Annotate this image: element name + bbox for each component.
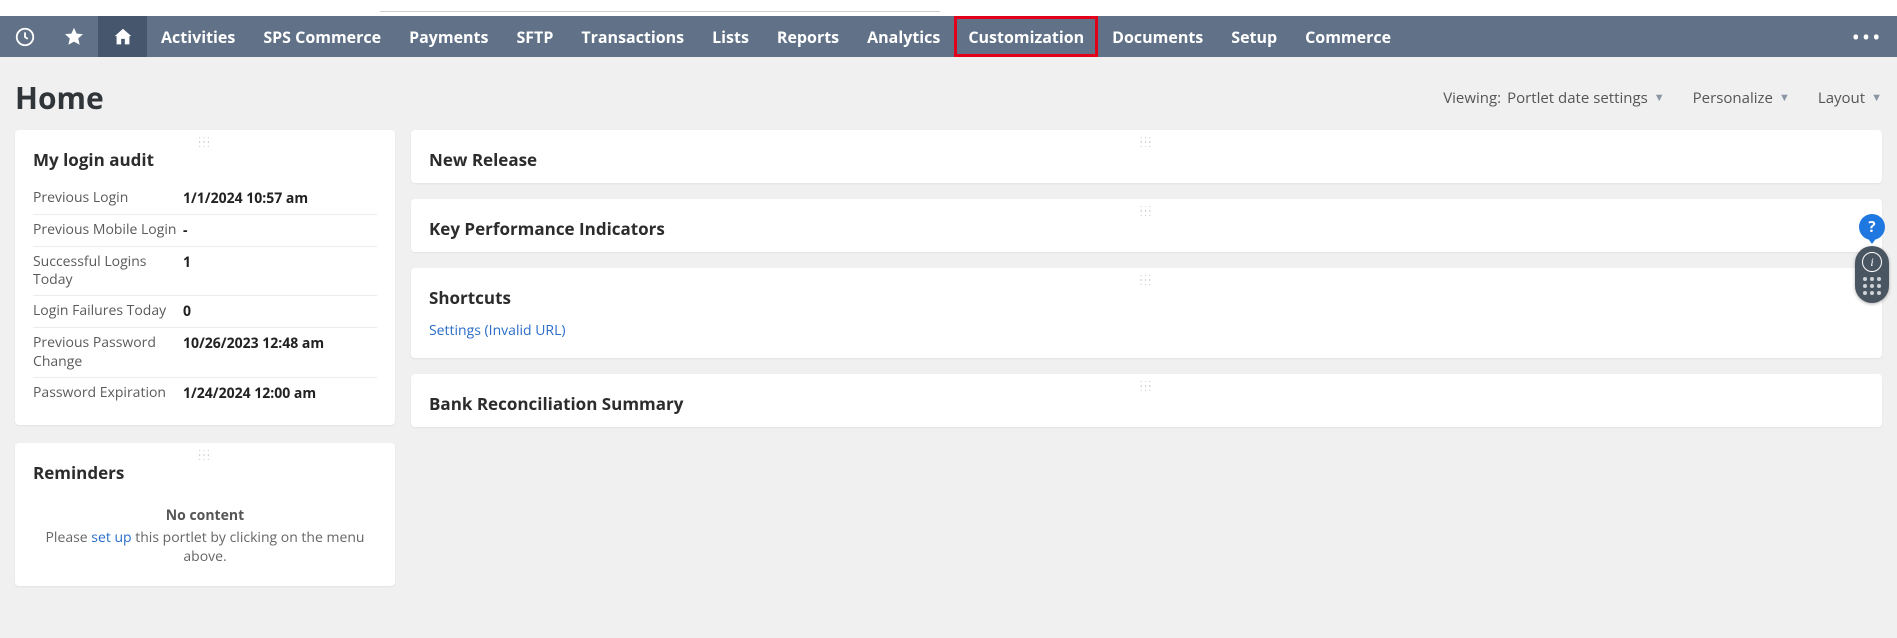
drag-handle-icon[interactable]: :::::: xyxy=(198,449,211,459)
chevron-down-icon: ▼ xyxy=(1654,90,1665,105)
search-outline xyxy=(380,0,940,12)
portlet-my-login-audit: :::::: My login audit Previous Login1/1/… xyxy=(15,130,395,425)
audit-label: Previous Login xyxy=(33,189,183,207)
portlet-bank-reconciliation: :::::: Bank Reconciliation Summary xyxy=(411,374,1882,427)
setup-link[interactable]: set up xyxy=(91,528,131,547)
viewing-prefix: Viewing: xyxy=(1443,88,1501,108)
chevron-down-icon: ▼ xyxy=(1871,90,1882,105)
portlet-reminders: :::::: Reminders No content Please set u… xyxy=(15,443,395,586)
nav-item-activities[interactable]: Activities xyxy=(147,16,249,57)
audit-label: Previous Password Change xyxy=(33,334,183,370)
portlet-shortcuts: :::::: Shortcuts Settings (Invalid URL) xyxy=(411,268,1882,358)
audit-value: - xyxy=(183,221,188,240)
top-strip xyxy=(0,0,1897,16)
nav-item-lists[interactable]: Lists xyxy=(698,16,763,57)
nav-item-setup[interactable]: Setup xyxy=(1217,16,1291,57)
drag-handle-icon[interactable]: :::::: xyxy=(1140,380,1153,390)
page-title: Home xyxy=(15,77,104,118)
help-icon[interactable]: ? xyxy=(1859,214,1885,240)
audit-row: Previous Password Change10/26/2023 12:48… xyxy=(33,327,377,376)
main-nav: ActivitiesSPS CommercePaymentsSFTPTransa… xyxy=(0,16,1897,57)
drag-handle-icon[interactable]: :::::: xyxy=(1140,205,1153,215)
audit-row: Login Failures Today0 xyxy=(33,295,377,327)
reminders-setup-text: Please set up this portlet by clicking o… xyxy=(35,528,375,566)
viewing-dropdown[interactable]: Viewing: Portlet date settings ▼ xyxy=(1443,88,1664,108)
layout-dropdown[interactable]: Layout ▼ xyxy=(1818,88,1882,108)
audit-value: 0 xyxy=(183,302,191,321)
nav-item-reports[interactable]: Reports xyxy=(763,16,853,57)
nav-item-payments[interactable]: Payments xyxy=(395,16,502,57)
keypad-grid-icon xyxy=(1863,277,1881,295)
home-icon[interactable] xyxy=(98,16,147,57)
more-menu-icon[interactable]: ••• xyxy=(1837,16,1897,57)
answers-widget[interactable]: i xyxy=(1855,246,1889,303)
audit-label: Login Failures Today xyxy=(33,302,183,320)
nav-items: ActivitiesSPS CommercePaymentsSFTPTransa… xyxy=(147,16,1405,57)
nav-item-customization[interactable]: Customization xyxy=(954,16,1098,57)
reminders-body: No content Please set up this portlet by… xyxy=(15,496,395,586)
drag-handle-icon[interactable]: :::::: xyxy=(1140,136,1153,146)
nav-item-analytics[interactable]: Analytics xyxy=(853,16,954,57)
favorites-icon[interactable] xyxy=(49,16,98,57)
viewing-value: Portlet date settings xyxy=(1507,88,1648,108)
nav-item-transactions[interactable]: Transactions xyxy=(567,16,698,57)
nav-item-sps-commerce[interactable]: SPS Commerce xyxy=(249,16,395,57)
nav-item-sftp[interactable]: SFTP xyxy=(502,16,567,57)
audit-row: Previous Mobile Login- xyxy=(33,214,377,246)
page-header: Home Viewing: Portlet date settings ▼ Pe… xyxy=(0,57,1897,130)
chevron-down-icon: ▼ xyxy=(1779,90,1790,105)
right-column: :::::: New Release :::::: Key Performanc… xyxy=(411,130,1882,586)
audit-value: 1 xyxy=(183,253,191,272)
shortcut-link[interactable]: Settings (Invalid URL) xyxy=(429,321,566,340)
audit-value: 1/1/2024 10:57 am xyxy=(183,189,308,208)
audit-value: 1/24/2024 12:00 am xyxy=(183,384,316,403)
view-controls: Viewing: Portlet date settings ▼ Persona… xyxy=(1443,88,1882,108)
drag-handle-icon[interactable]: :::::: xyxy=(198,136,211,146)
audit-row: Previous Login1/1/2024 10:57 am xyxy=(33,183,377,214)
audit-row: Successful Logins Today1 xyxy=(33,246,377,295)
no-content-label: No content xyxy=(35,506,375,525)
recent-records-icon[interactable] xyxy=(0,16,49,57)
floating-widgets: ? i xyxy=(1855,214,1889,303)
nav-item-documents[interactable]: Documents xyxy=(1098,16,1217,57)
login-audit-rows: Previous Login1/1/2024 10:57 amPrevious … xyxy=(15,183,395,425)
nav-item-commerce[interactable]: Commerce xyxy=(1291,16,1405,57)
drag-handle-icon[interactable]: :::::: xyxy=(1140,274,1153,284)
portlet-new-release: :::::: New Release xyxy=(411,130,1882,183)
audit-row: Password Expiration1/24/2024 12:00 am xyxy=(33,377,377,409)
left-column: :::::: My login audit Previous Login1/1/… xyxy=(15,130,395,586)
personalize-dropdown[interactable]: Personalize ▼ xyxy=(1693,88,1790,108)
audit-label: Previous Mobile Login xyxy=(33,221,183,239)
audit-label: Successful Logins Today xyxy=(33,253,183,289)
portlet-kpi: :::::: Key Performance Indicators xyxy=(411,199,1882,252)
audit-label: Password Expiration xyxy=(33,384,183,402)
audit-value: 10/26/2023 12:48 am xyxy=(183,334,324,353)
dashboard-content: :::::: My login audit Previous Login1/1/… xyxy=(0,130,1897,606)
info-icon: i xyxy=(1862,252,1882,272)
